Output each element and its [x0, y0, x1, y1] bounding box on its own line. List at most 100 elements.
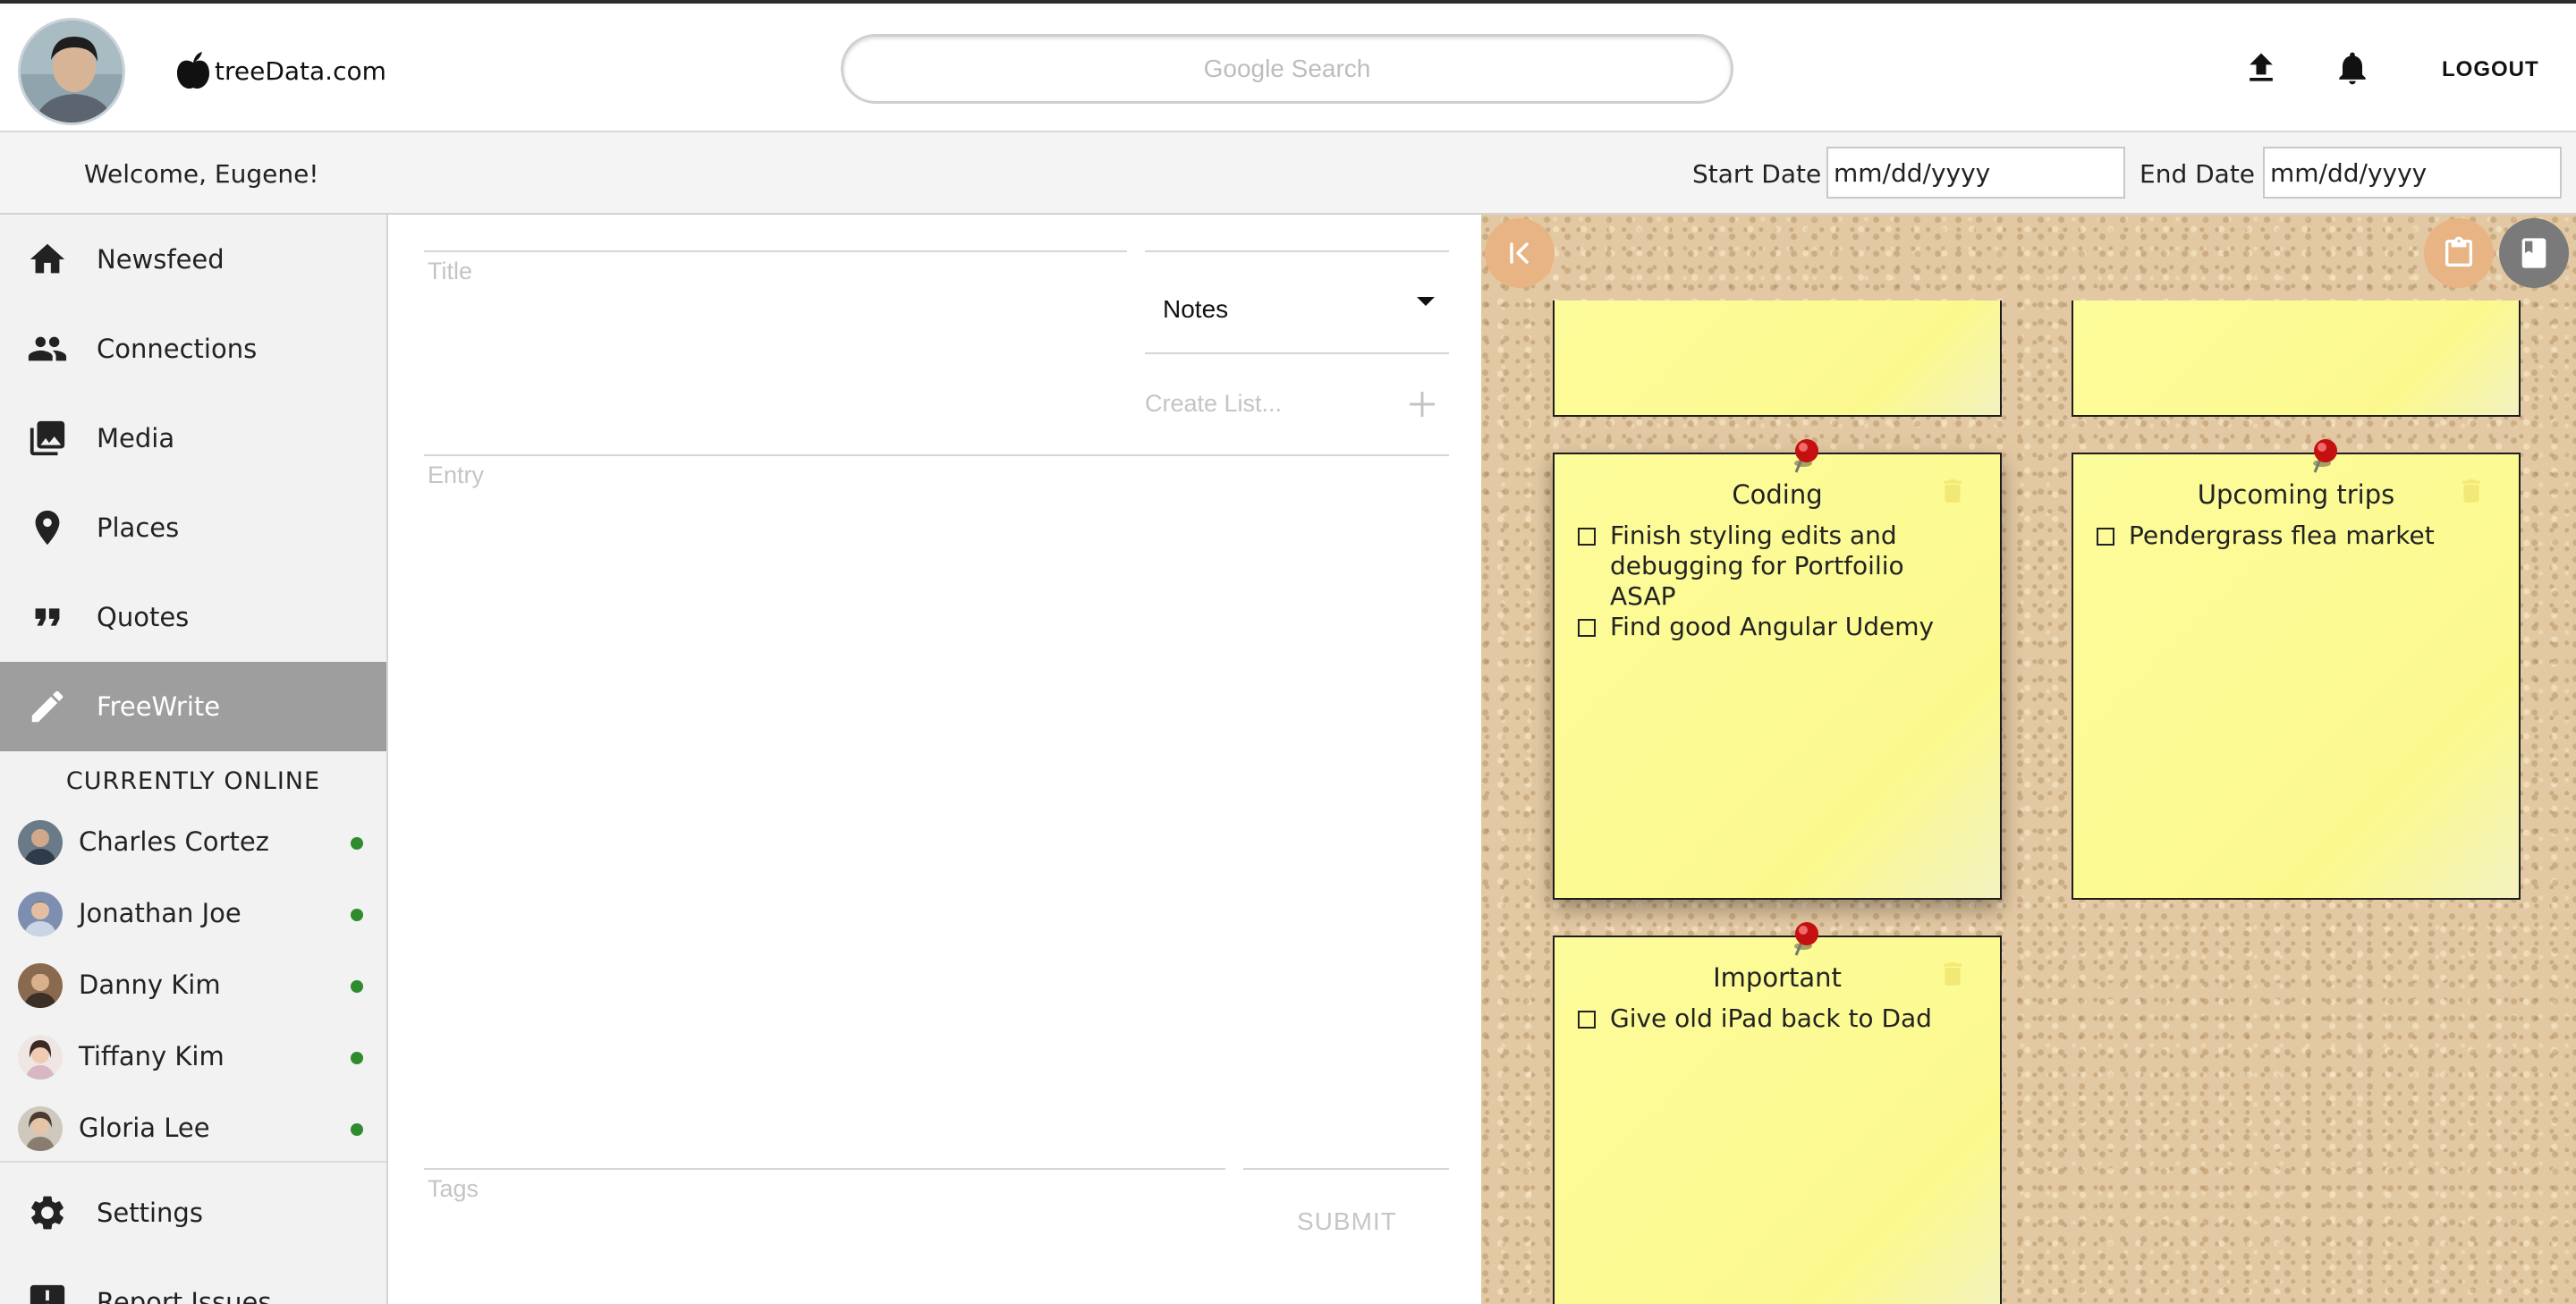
- note-checklist: Pendergrass flea market: [2097, 521, 2483, 551]
- site-logo[interactable]: treeData.com: [175, 50, 386, 91]
- bell-icon[interactable]: [2333, 48, 2372, 88]
- checkbox[interactable]: [1578, 1011, 1596, 1029]
- plus-icon[interactable]: [1408, 390, 1436, 419]
- avatar: [18, 892, 63, 936]
- online-user[interactable]: Tiffany Kim: [0, 1021, 386, 1093]
- book-icon: [2521, 238, 2546, 268]
- sidebar-item-label: Media: [97, 423, 175, 453]
- sidebar-item-newsfeed[interactable]: Newsfeed: [0, 215, 386, 304]
- pencil-icon: [31, 690, 64, 723]
- tags-input[interactable]: Tags: [428, 1175, 479, 1203]
- location-pin-icon: [35, 510, 60, 546]
- photo-library-icon: [30, 420, 65, 456]
- end-date-input[interactable]: [2263, 147, 2562, 199]
- sticky-note[interactable]: [1553, 301, 2002, 417]
- avatar: [18, 1035, 63, 1080]
- tags-top-line: [424, 1168, 1225, 1170]
- avatar: [18, 1106, 63, 1151]
- online-user-name: Gloria Lee: [79, 1113, 210, 1143]
- online-user[interactable]: Danny Kim: [0, 950, 386, 1021]
- type-underline: [1145, 352, 1449, 354]
- caret-down-icon: [1417, 297, 1435, 306]
- title-underline: [424, 250, 1127, 252]
- note-checklist: Finish styling edits and debugging for P…: [1578, 521, 1964, 642]
- user-avatar[interactable]: [18, 18, 125, 125]
- end-date-label: End Date: [2140, 159, 2256, 189]
- sidebar-item-report-issues[interactable]: Report Issues: [0, 1257, 386, 1304]
- online-user[interactable]: Jonathan Joe: [0, 878, 386, 950]
- sidebar-item-label: Newsfeed: [97, 244, 225, 275]
- online-user[interactable]: Charles Cortez: [0, 807, 386, 878]
- sidebar-item-label: FreeWrite: [97, 691, 221, 722]
- home-icon: [30, 243, 65, 274]
- clipboard-icon: [2445, 236, 2472, 267]
- sidebar-item-quotes[interactable]: Quotes: [0, 572, 386, 662]
- checklist-item-text: Finish styling edits and debugging for P…: [1610, 521, 1904, 611]
- sidebar-item-connections[interactable]: Connections: [0, 304, 386, 394]
- corkboard: Coding Finish styling edits and debuggin…: [1481, 215, 2576, 1304]
- online-user[interactable]: Gloria Lee: [0, 1093, 386, 1164]
- sidebar-item-places[interactable]: Places: [0, 483, 386, 572]
- pushpin-icon: [2313, 439, 2337, 473]
- checklist-item-text: Pendergrass flea market: [2129, 521, 2435, 550]
- sidebar-divider: [0, 1161, 386, 1163]
- freewrite-editor: Title Notes Create List... Entry Tags SU…: [388, 215, 1481, 1304]
- title-input[interactable]: Title: [428, 258, 472, 285]
- online-status-dot: [351, 1123, 363, 1136]
- checkbox[interactable]: [1578, 528, 1596, 546]
- sticky-note[interactable]: Coding Finish styling edits and debuggin…: [1553, 439, 2002, 900]
- note-title: Upcoming trips: [2197, 479, 2395, 510]
- checklist-item-text: Give old iPad back to Dad: [1610, 1003, 1932, 1033]
- sidebar-item-media[interactable]: Media: [0, 394, 386, 483]
- start-date-input[interactable]: [1826, 147, 2125, 199]
- create-list-input[interactable]: Create List...: [1145, 390, 1282, 418]
- sidebar: Newsfeed Connections Media Places Quotes…: [0, 215, 388, 1304]
- online-status-dot: [351, 980, 363, 993]
- journal-button[interactable]: [2499, 218, 2569, 288]
- checklist-item: Pendergrass flea market: [2097, 521, 2483, 551]
- checkbox[interactable]: [1578, 619, 1596, 637]
- avatar: [18, 820, 63, 865]
- sidebar-item-label: Connections: [97, 334, 258, 364]
- collapse-button[interactable]: [1485, 218, 1555, 288]
- collapse-left-icon: [1510, 242, 1529, 264]
- upload-icon[interactable]: [2241, 48, 2281, 88]
- pushpin-icon: [1794, 439, 1818, 473]
- entry-textarea[interactable]: Entry: [428, 461, 484, 489]
- note-type-value: Notes: [1163, 295, 1229, 323]
- search-input[interactable]: [841, 34, 1733, 104]
- sidebar-item-label: Places: [97, 512, 180, 543]
- note-title: Coding: [1732, 479, 1823, 510]
- note-checklist: Give old iPad back to Dad: [1578, 1003, 1964, 1034]
- start-date-label: Start Date: [1692, 159, 1822, 189]
- online-status-dot: [351, 1052, 363, 1064]
- online-status-dot: [351, 837, 363, 850]
- top-bar: treeData.com LOGOUT: [0, 0, 2576, 132]
- gear-icon: [31, 1196, 64, 1230]
- submit-top-line: [1243, 1168, 1449, 1170]
- sidebar-item-freewrite[interactable]: FreeWrite: [0, 662, 386, 751]
- sidebar-item-settings[interactable]: Settings: [0, 1168, 386, 1257]
- clipboard-button[interactable]: [2424, 218, 2494, 288]
- checklist-item: Finish styling edits and debugging for P…: [1578, 521, 1964, 612]
- note-title: Important: [1713, 962, 1842, 993]
- alert-icon: [30, 1284, 65, 1304]
- sidebar-item-label: Report Issues: [97, 1287, 272, 1304]
- note-type-select[interactable]: Notes: [1154, 284, 1449, 338]
- checklist-item-text: Find good Angular Udemy: [1610, 612, 1935, 641]
- sticky-note[interactable]: Important Give old iPad back to Dad: [1553, 922, 2002, 1304]
- online-section-title: CURRENTLY ONLINE: [65, 767, 321, 795]
- sticky-note[interactable]: Upcoming trips Pendergrass flea market: [2072, 439, 2521, 900]
- checklist-item: Find good Angular Udemy: [1578, 612, 1964, 642]
- checklist-item: Give old iPad back to Dad: [1578, 1003, 1964, 1034]
- sidebar-item-label: Settings: [97, 1198, 203, 1228]
- online-status-dot: [351, 909, 363, 921]
- entry-top-line: [424, 454, 1449, 456]
- people-icon: [28, 336, 67, 361]
- logout-button[interactable]: LOGOUT: [2442, 57, 2539, 82]
- online-user-name: Charles Cortez: [79, 826, 269, 857]
- welcome-bar: Welcome, Eugene! Start Date End Date: [0, 132, 2576, 215]
- sticky-note[interactable]: [2072, 301, 2521, 417]
- checkbox[interactable]: [2097, 528, 2114, 546]
- submit-button[interactable]: SUBMIT: [1297, 1207, 1397, 1236]
